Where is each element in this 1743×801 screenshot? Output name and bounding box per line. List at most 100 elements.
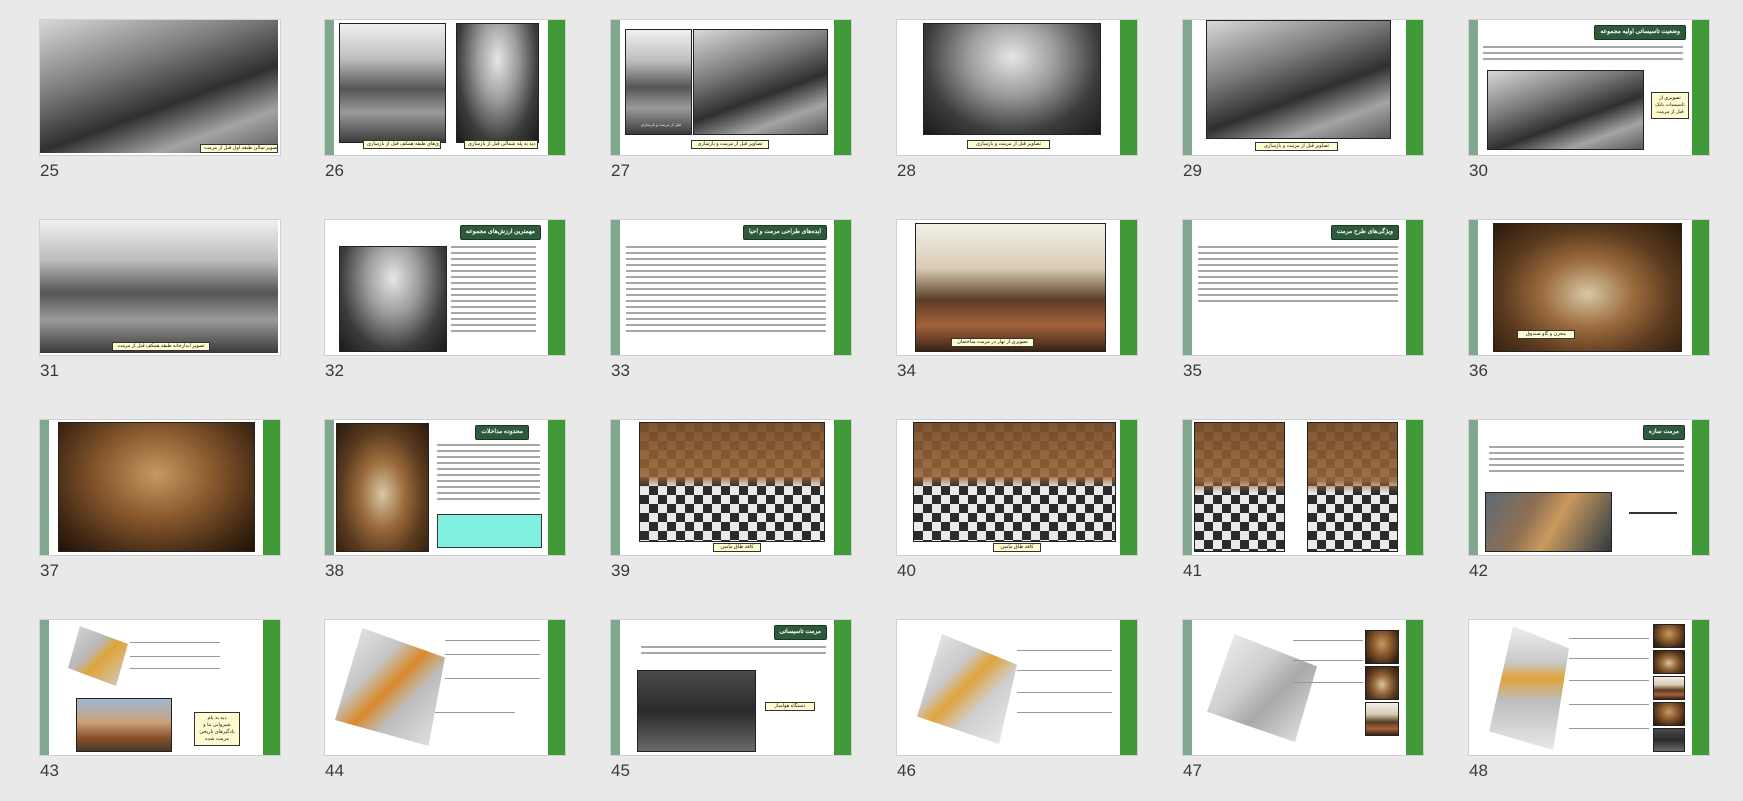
slide-number: 47 xyxy=(1183,761,1202,780)
photo xyxy=(76,698,172,752)
right-accent-bar xyxy=(1120,420,1137,555)
slide-number: 38 xyxy=(325,561,344,580)
photo-caption: دید به پله شمالی قبل از بازسازی xyxy=(464,140,538,149)
photo xyxy=(639,422,825,542)
leader-line xyxy=(1017,670,1112,671)
slide-thumbnail[interactable]: کافه طاق ماسن xyxy=(611,420,851,555)
left-accent-bar xyxy=(1183,420,1192,555)
slide-35[interactable]: ویژگی‌های طرح مرمت 35 xyxy=(1183,220,1423,380)
slide-number: 40 xyxy=(897,561,916,580)
slide-thumbnail[interactable] xyxy=(1183,620,1423,755)
slide-25[interactable]: تصویر سالن طبقه اول قبل از مرمت 25 xyxy=(40,20,280,180)
leader-line xyxy=(130,642,220,643)
slide-thumbnail[interactable]: مهمترین ارزش‌های مجموعه xyxy=(325,220,565,355)
leader-line xyxy=(1569,728,1649,729)
slide-36[interactable]: مخزن و گاو صندوق 36 xyxy=(1469,220,1709,380)
slide-42[interactable]: مرمت سازه 42 xyxy=(1469,420,1709,580)
slide-thumbnail[interactable]: دید به بام شیروانی بنا و بادگیرهای تاریخ… xyxy=(40,620,280,755)
slide-43[interactable]: دید به بام شیروانی بنا و بادگیرهای تاریخ… xyxy=(40,620,280,780)
slide-47[interactable]: 47 xyxy=(1183,620,1423,780)
slide-44[interactable]: 44 xyxy=(325,620,565,780)
right-accent-bar xyxy=(1120,220,1137,355)
body-text xyxy=(451,246,536,336)
slide-41[interactable]: 41 xyxy=(1183,420,1423,580)
slide-30[interactable]: وضعیت تاسیساتی اولیه مجموعه تصویری از تا… xyxy=(1469,20,1709,180)
axonometric-diagram xyxy=(917,634,1017,744)
slide-title: محدوده مداخلات xyxy=(475,425,529,440)
slide-thumbnail[interactable]: تصویری از نهار در مرمت ساختمان xyxy=(897,220,1137,355)
slide-thumbnail[interactable]: قبل از مرمت و بازسازی تصاویر قبل از مرمت… xyxy=(611,20,851,155)
slide-thumbnail[interactable] xyxy=(1469,620,1709,755)
slide-number: 28 xyxy=(897,161,916,180)
slide-26[interactable]: دید به گالری‌های طبقه همکف قبل از بازساز… xyxy=(325,20,565,180)
slide-thumbnail[interactable]: دید به گالری‌های طبقه همکف قبل از بازساز… xyxy=(325,20,565,155)
slide-48[interactable]: 48 xyxy=(1469,620,1709,780)
photo xyxy=(693,29,828,135)
slide-title: مرمت تاسیساتی xyxy=(773,625,827,640)
body-text xyxy=(1198,246,1398,306)
photo-caption: کافه طاق ماسن xyxy=(713,543,761,552)
slide-thumbnail[interactable] xyxy=(325,620,565,755)
slide-34[interactable]: تصویری از نهار در مرمت ساختمان 34 xyxy=(897,220,1137,380)
left-accent-bar xyxy=(1183,20,1192,155)
slide-31[interactable]: تصویر آبدارخانه طبقه همکف قبل از مرمت 31 xyxy=(40,220,280,380)
photo xyxy=(1307,422,1398,552)
slide-46[interactable]: 46 xyxy=(897,620,1137,780)
slide-39[interactable]: کافه طاق ماسن 39 xyxy=(611,420,851,580)
leader-line xyxy=(445,678,540,679)
slide-thumbnail[interactable]: ویژگی‌های طرح مرمت xyxy=(1183,220,1423,355)
photo-caption: مخزن و گاو صندوق xyxy=(1517,330,1575,339)
right-accent-bar xyxy=(263,420,280,555)
photo xyxy=(339,246,447,352)
slide-29[interactable]: تصاویر قبل از مرمت و بازسازی 29 xyxy=(1183,20,1423,180)
slide-thumbnail[interactable]: تصاویر قبل از مرمت و بازسازی xyxy=(1183,20,1423,155)
right-accent-bar xyxy=(548,220,565,355)
slide-45[interactable]: مرمت تاسیساتی دستگاه هواساز 45 xyxy=(611,620,851,780)
right-accent-bar xyxy=(1406,420,1423,555)
slide-number: 42 xyxy=(1469,561,1488,580)
left-accent-bar xyxy=(1469,20,1478,155)
slide-title: مهمترین ارزش‌های مجموعه xyxy=(459,225,541,240)
leader-line xyxy=(1293,640,1363,641)
photo xyxy=(913,422,1116,542)
right-accent-bar xyxy=(548,420,565,555)
slide-thumbnail[interactable] xyxy=(897,620,1137,755)
slide-37[interactable]: 37 xyxy=(40,420,280,580)
slide-27[interactable]: قبل از مرمت و بازسازی تصاویر قبل از مرمت… xyxy=(611,20,851,180)
slide-thumbnail[interactable]: کافه طاق ماسن xyxy=(897,420,1137,555)
axonometric-diagram xyxy=(68,626,128,686)
body-text xyxy=(1489,446,1684,476)
slide-38[interactable]: محدوده مداخلات 38 xyxy=(325,420,565,580)
left-accent-bar xyxy=(1469,420,1478,555)
photo xyxy=(637,670,756,752)
slide-number: 25 xyxy=(40,161,59,180)
slide-title: وضعیت تاسیساتی اولیه مجموعه xyxy=(1594,25,1686,40)
right-accent-bar xyxy=(834,620,851,755)
axonometric-diagram xyxy=(335,628,445,746)
slide-thumbnail[interactable]: مرمت تاسیساتی دستگاه هواساز xyxy=(611,620,851,755)
photo-caption: دید به گالری‌های طبقه همکف قبل از بازساز… xyxy=(363,140,441,149)
left-accent-bar xyxy=(325,20,334,155)
slide-33[interactable]: ایده‌های طراحی مرمت و احیا 33 xyxy=(611,220,851,380)
slide-thumbnail[interactable]: مرمت سازه xyxy=(1469,420,1709,555)
photo-caption: دستگاه هواساز xyxy=(765,702,815,711)
left-accent-bar xyxy=(1183,620,1192,755)
slide-thumbnail[interactable] xyxy=(40,420,280,555)
slide-thumbnail[interactable]: تصاویر قبل از مرمت و بازسازی xyxy=(897,20,1137,155)
slide-thumbnail[interactable]: تصویر آبدارخانه طبقه همکف قبل از مرمت xyxy=(40,220,280,355)
slide-number: 48 xyxy=(1469,761,1488,780)
right-accent-bar xyxy=(834,220,851,355)
slide-thumbnail[interactable]: محدوده مداخلات xyxy=(325,420,565,555)
slide-number: 36 xyxy=(1469,361,1488,380)
slide-28[interactable]: تصاویر قبل از مرمت و بازسازی 28 xyxy=(897,20,1137,180)
slide-title: مرمت سازه xyxy=(1642,425,1685,440)
slide-32[interactable]: مهمترین ارزش‌های مجموعه 32 xyxy=(325,220,565,380)
slide-thumbnail[interactable]: ایده‌های طراحی مرمت و احیا xyxy=(611,220,851,355)
slide-thumbnail[interactable]: مخزن و گاو صندوق xyxy=(1469,220,1709,355)
body-text xyxy=(437,444,540,504)
slide-thumbnail[interactable] xyxy=(1183,420,1423,555)
slide-thumbnail[interactable]: وضعیت تاسیساتی اولیه مجموعه تصویری از تا… xyxy=(1469,20,1709,155)
slide-thumbnail[interactable]: تصویر سالن طبقه اول قبل از مرمت xyxy=(40,20,280,155)
slide-40[interactable]: کافه طاق ماسن 40 xyxy=(897,420,1137,580)
photo xyxy=(1653,624,1685,648)
